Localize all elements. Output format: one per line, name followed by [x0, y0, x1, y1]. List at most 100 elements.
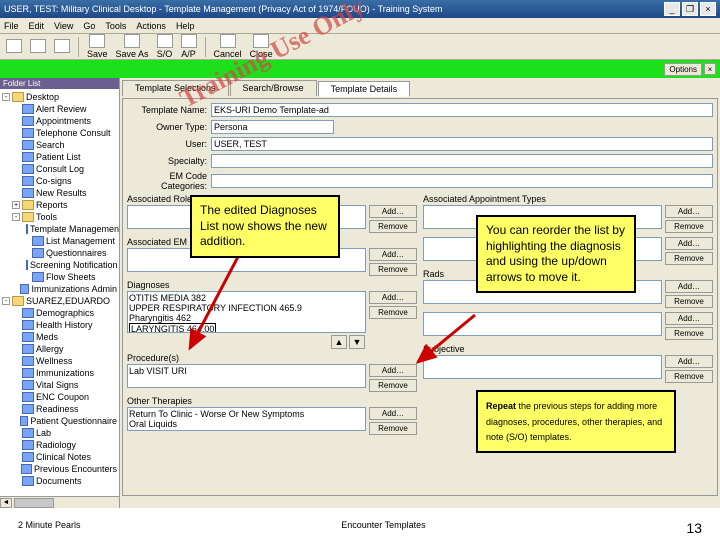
remove-button[interactable]: Remove — [665, 370, 713, 383]
remove-button[interactable]: Remove — [369, 220, 417, 233]
add-button[interactable]: Add… — [665, 312, 713, 325]
menu-tools[interactable]: Tools — [105, 21, 126, 31]
tree-node[interactable]: Wellness — [12, 355, 117, 367]
status-bar: Options × — [0, 60, 720, 78]
close-button[interactable]: × — [700, 2, 716, 16]
tree-node[interactable]: Appointments — [12, 115, 117, 127]
tree-node[interactable]: Screening Notification — [22, 259, 117, 271]
remove-button[interactable]: Remove — [369, 422, 417, 435]
scroll-thumb[interactable] — [14, 498, 54, 508]
tree-node[interactable]: Search — [12, 139, 117, 151]
user-label: User: — [127, 139, 207, 149]
callout-reorder: You can reorder the list by highlighting… — [476, 215, 636, 293]
toolbar-close[interactable]: Close — [248, 34, 275, 59]
remove-button[interactable]: Remove — [665, 295, 713, 308]
tab-1[interactable]: Search/Browse — [230, 80, 317, 96]
remove-button[interactable]: Remove — [665, 252, 713, 265]
toolbar-save[interactable]: Save — [85, 34, 110, 59]
toolbar: SaveSave AsS/OA/P CancelClose — [0, 34, 720, 60]
add-button[interactable]: Add… — [369, 291, 417, 304]
tree-node[interactable]: Vital Signs — [12, 379, 117, 391]
toolbar-so[interactable]: S/O — [155, 34, 175, 59]
maximize-button[interactable]: ❐ — [682, 2, 698, 16]
tree-node[interactable]: Questionnaires — [22, 247, 117, 259]
tree-node[interactable]: -Desktop — [2, 91, 117, 103]
sidebar: Folder List -DesktopAlert ReviewAppointm… — [0, 78, 120, 508]
menu-help[interactable]: Help — [176, 21, 195, 31]
remove-button[interactable]: Remove — [665, 327, 713, 340]
tree-node[interactable]: Telephone Consult — [12, 127, 117, 139]
minimize-button[interactable]: _ — [664, 2, 680, 16]
title-bar: USER, TEST: Military Clinical Desktop - … — [0, 0, 720, 18]
window-controls: _ ❐ × — [664, 2, 716, 16]
menu-actions[interactable]: Actions — [136, 21, 166, 31]
tree-node[interactable]: +Reports — [12, 199, 117, 211]
menu-edit[interactable]: Edit — [29, 21, 45, 31]
tree-node[interactable]: Radiology — [12, 439, 117, 451]
scroll-left-icon[interactable]: ◄ — [0, 498, 12, 508]
remove-button[interactable]: Remove — [665, 220, 713, 233]
owner-type-label: Owner Type: — [127, 122, 207, 132]
tree-node[interactable]: New Results — [12, 187, 117, 199]
window-title: USER, TEST: Military Clinical Desktop - … — [4, 4, 442, 14]
menu-view[interactable]: View — [54, 21, 73, 31]
tree-node[interactable]: -Tools — [12, 211, 117, 223]
specialty-input[interactable] — [211, 154, 713, 168]
add-button[interactable]: Add… — [369, 205, 417, 218]
tree-node[interactable]: Previous Encounters — [12, 463, 117, 475]
close-panel-icon[interactable]: × — [704, 63, 716, 75]
remove-button[interactable]: Remove — [369, 379, 417, 392]
tree-node[interactable]: Clinical Notes — [12, 451, 117, 463]
toolbar-saveas[interactable]: Save As — [114, 34, 151, 59]
toolbar-open[interactable] — [28, 39, 48, 54]
toolbar-new[interactable] — [4, 39, 24, 54]
horizontal-scrollbar[interactable]: ◄ — [0, 496, 119, 508]
tree-node[interactable]: List Management — [22, 235, 117, 247]
tab-0[interactable]: Template Selections — [122, 80, 229, 96]
tree-node[interactable]: Lab — [12, 427, 117, 439]
tree-node[interactable]: Allergy — [12, 343, 117, 355]
add-button[interactable]: Add… — [369, 407, 417, 420]
group-header: Other Therapies — [127, 396, 417, 406]
tree-node[interactable]: Readiness — [12, 403, 117, 415]
template-name-input[interactable] — [211, 103, 713, 117]
menu-file[interactable]: File — [4, 21, 19, 31]
tree-node[interactable]: Template Management — [22, 223, 117, 235]
move-up-icon[interactable]: ▲ — [331, 335, 347, 349]
add-button[interactable]: Add… — [665, 205, 713, 218]
tree-node[interactable]: Consult Log — [12, 163, 117, 175]
tree-node[interactable]: ENC Coupon — [12, 391, 117, 403]
add-button[interactable]: Add… — [665, 237, 713, 250]
owner-type-input[interactable] — [211, 120, 334, 134]
tree-node[interactable]: Health History — [12, 319, 117, 331]
user-input[interactable] — [211, 137, 713, 151]
add-button[interactable]: Add… — [665, 280, 713, 293]
tree-node[interactable]: Immunizations Admin — [12, 283, 117, 295]
tree-node[interactable]: Documents — [12, 475, 117, 487]
toolbar-cancel[interactable]: Cancel — [212, 34, 244, 59]
add-button[interactable]: Add… — [665, 355, 713, 368]
options-button[interactable]: Options — [664, 63, 702, 76]
tree-node[interactable]: Demographics — [12, 307, 117, 319]
tree-node[interactable]: Alert Review — [12, 103, 117, 115]
tree-node[interactable]: Co-signs — [12, 175, 117, 187]
tree-node[interactable]: Patient List — [12, 151, 117, 163]
tree-node[interactable]: Meds — [12, 331, 117, 343]
list-box[interactable]: Lab VISIT URI — [127, 364, 366, 388]
em-code-input[interactable] — [211, 174, 713, 188]
folder-tree: -DesktopAlert ReviewAppointmentsTelephon… — [0, 89, 119, 496]
toolbar-ap[interactable]: A/P — [179, 34, 199, 59]
tree-node[interactable]: Patient Questionnaire — [12, 415, 117, 427]
toolbar-save[interactable] — [52, 39, 72, 54]
move-down-icon[interactable]: ▼ — [349, 335, 365, 349]
remove-button[interactable]: Remove — [369, 263, 417, 276]
menu-go[interactable]: Go — [83, 21, 95, 31]
tab-2[interactable]: Template Details — [318, 81, 411, 97]
arrow-to-arrows — [410, 310, 480, 370]
sidebar-header: Folder List — [0, 78, 119, 89]
list-box[interactable]: Return To Clinic - Worse Or New Symptoms… — [127, 407, 366, 431]
tree-node[interactable]: Immunizations — [12, 367, 117, 379]
tree-node[interactable]: -SUAREZ,EDUARDO — [2, 295, 117, 307]
add-button[interactable]: Add… — [369, 248, 417, 261]
tree-node[interactable]: Flow Sheets — [22, 271, 117, 283]
